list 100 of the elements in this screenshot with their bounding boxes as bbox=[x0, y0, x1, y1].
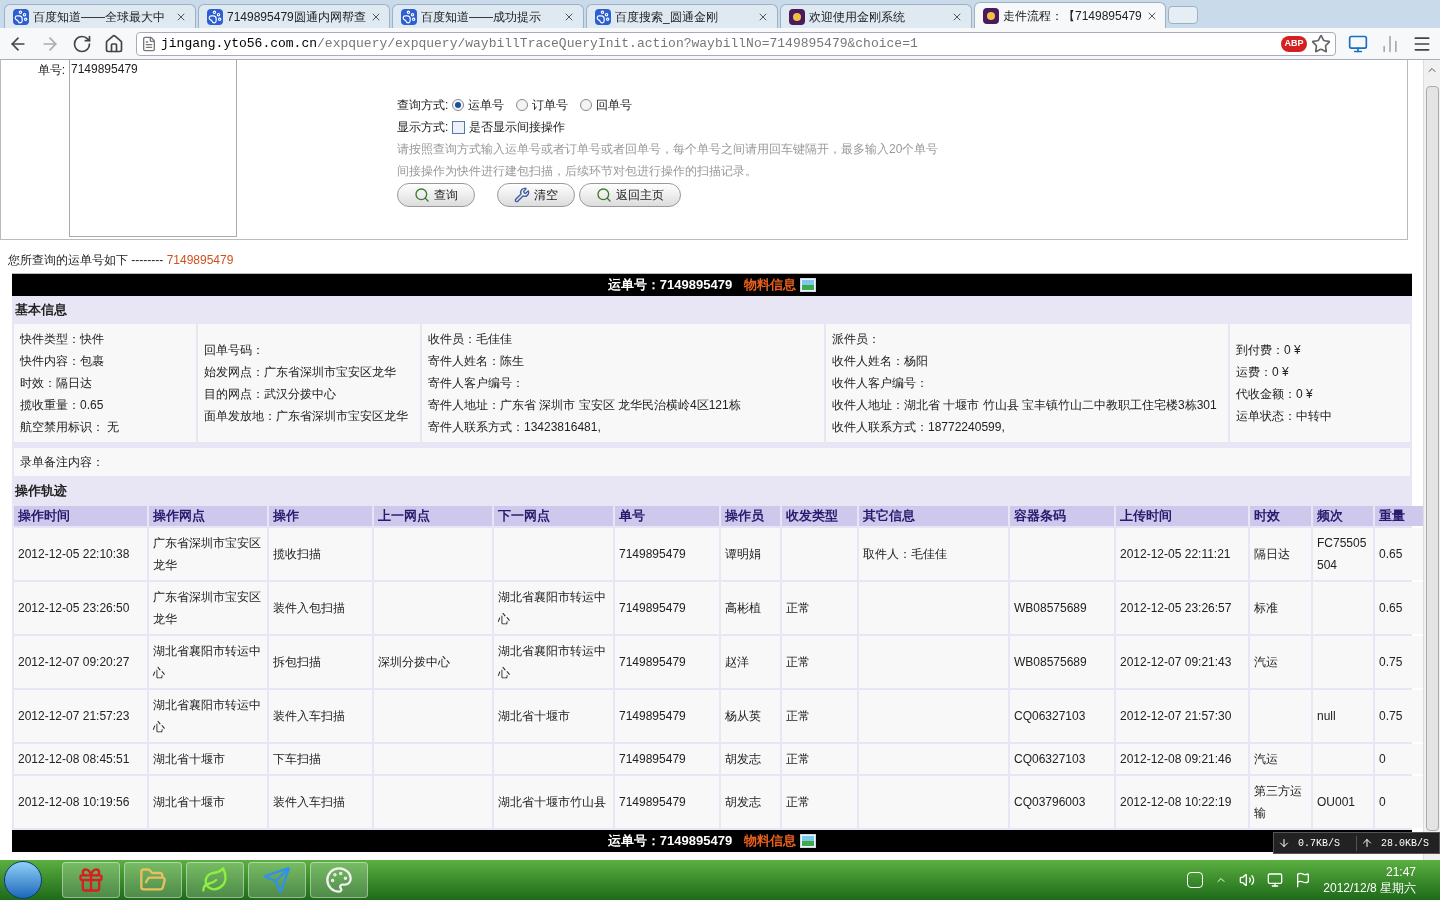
gift-icon bbox=[77, 866, 105, 894]
clock-time: 21:47 bbox=[1385, 864, 1416, 880]
browser-tab[interactable]: 百度知道——全球最大中 bbox=[4, 4, 196, 28]
info-text: 揽收重量：0.65 bbox=[20, 397, 105, 414]
form-button[interactable]: 查询 bbox=[397, 183, 475, 207]
table-cell: 湖北省襄阳市转运中心 bbox=[494, 582, 613, 634]
taskbar-button[interactable] bbox=[248, 862, 306, 898]
paw-icon bbox=[207, 8, 223, 25]
table-cell: 2012-12-08 09:21:46 bbox=[1116, 744, 1248, 774]
table-cell: 2012-12-05 22:10:38 bbox=[14, 528, 147, 580]
number-field[interactable]: 7149895479 bbox=[69, 60, 237, 237]
result-number: 7149895479 bbox=[166, 253, 234, 267]
radio-label: 订单号 bbox=[532, 97, 569, 114]
checkbox[interactable] bbox=[452, 120, 466, 134]
network-icon[interactable] bbox=[1267, 872, 1284, 888]
table-cell: null bbox=[1313, 690, 1373, 742]
table-cell: 装件入车扫描 bbox=[269, 690, 372, 742]
tab-title: 走件流程：【7149895479 bbox=[1003, 7, 1142, 25]
flag-icon[interactable] bbox=[1295, 872, 1312, 888]
clock[interactable]: 21:47 2012/12/8 星期六 bbox=[1323, 864, 1436, 896]
column-header: 上一网点 bbox=[374, 506, 492, 526]
table-cell: 7149895479 bbox=[615, 690, 719, 742]
taskbar-button[interactable] bbox=[310, 862, 368, 898]
table-cell: 7149895479 bbox=[615, 528, 719, 580]
hint-text: 间接操作为快件进行建包扫描，后续环节对包进行操作的扫描记录。 bbox=[397, 163, 758, 180]
scroll-thumb[interactable] bbox=[1425, 86, 1439, 831]
start-button[interactable] bbox=[4, 861, 42, 899]
info-text: 收件人地址：湖北省 十堰市 竹山县 宝丰镇竹山二中教职工住宅楼3栋301 bbox=[832, 397, 1218, 414]
search-icon bbox=[596, 187, 612, 203]
column-header: 操作员 bbox=[721, 506, 780, 526]
palette-icon bbox=[325, 866, 353, 894]
taskbar-button[interactable] bbox=[124, 862, 182, 898]
star-icon[interactable] bbox=[1311, 33, 1331, 54]
table-cell: 7149895479 bbox=[615, 636, 719, 688]
info-text: 代收金额：0 ¥ bbox=[1236, 386, 1314, 403]
table-cell: 正常 bbox=[782, 690, 857, 742]
radio-button[interactable] bbox=[516, 99, 529, 111]
extension-icon[interactable] bbox=[1348, 33, 1368, 54]
radio-button[interactable] bbox=[580, 99, 593, 111]
mode-label: 查询方式: bbox=[397, 97, 449, 114]
table-cell: 2012-12-07 21:57:23 bbox=[14, 690, 147, 742]
info-text: 目的网点：武汉分拨中心 bbox=[204, 386, 337, 403]
url-text: jingang.yto56.com.cn/expquery/expquery/waybillTraceQueryInit.action?waybillNo=7149895479&choice=1 bbox=[161, 34, 919, 53]
logo-icon bbox=[789, 8, 805, 25]
waybill-title: 运单号：7149895479 bbox=[607, 276, 733, 295]
info-text: 寄件人地址：广东省 深圳市 宝安区 龙华民治横岭4区121栋 bbox=[428, 397, 742, 414]
section-title: 基本信息 bbox=[14, 301, 68, 320]
taskbar-button[interactable] bbox=[186, 862, 244, 898]
info-text: 收件员：毛佳佳 bbox=[428, 331, 513, 348]
table-cell: 正常 bbox=[782, 776, 857, 828]
browser-tab[interactable]: 百度搜索_圆通金刚 bbox=[586, 4, 778, 28]
table-cell: 广东省深圳市宝安区龙华 bbox=[149, 528, 267, 580]
column-header: 上传时间 bbox=[1116, 506, 1248, 526]
radio-label: 回单号 bbox=[596, 97, 633, 114]
table-cell: 7149895479 bbox=[615, 776, 719, 828]
browser-tab[interactable]: 7149895479圆通内网帮查 bbox=[198, 4, 390, 28]
radio-button[interactable] bbox=[452, 99, 465, 111]
waybill-title: 运单号：7149895479 bbox=[607, 832, 733, 851]
info-text: 收件人姓名：杨阳 bbox=[832, 353, 929, 370]
info-text: 收件人联系方式：18772240599, bbox=[832, 419, 1006, 436]
taskbar-button[interactable] bbox=[62, 862, 120, 898]
table-cell: FC75505504 bbox=[1313, 528, 1373, 580]
radio-label: 运单号 bbox=[468, 97, 505, 114]
table-cell: 2012-12-08 10:19:56 bbox=[14, 776, 147, 828]
form-button[interactable]: 清空 bbox=[497, 183, 575, 207]
display-label: 显示方式: bbox=[397, 119, 449, 136]
reload-icon[interactable] bbox=[72, 33, 92, 54]
browser-tab[interactable]: 走件流程：【7149895479 bbox=[974, 2, 1166, 28]
info-text: 面单发放地：广东省深圳市宝安区龙华 bbox=[204, 408, 409, 425]
browser-tab[interactable]: 欢迎使用金刚系统 bbox=[780, 4, 972, 28]
material-info-link[interactable]: 物料信息 bbox=[744, 831, 797, 851]
result-caption: 您所查询的运单号如下 -------- bbox=[8, 253, 165, 267]
table-cell: 湖北省襄阳市转运中心 bbox=[149, 690, 267, 742]
column-header: 其它信息 bbox=[859, 506, 1008, 526]
column-header: 操作时间 bbox=[14, 506, 147, 526]
speaker-icon[interactable] bbox=[1239, 872, 1256, 888]
table-cell: 湖北省十堰市竹山县 bbox=[494, 776, 613, 828]
extension-badge[interactable]: ABP bbox=[1281, 35, 1307, 52]
address-bar[interactable]: jingang.yto56.com.cn/expquery/expquery/waybillTraceQueryInit.action?waybillNo=7149895479&choice=1 ABP bbox=[136, 31, 1336, 56]
image-icon bbox=[800, 278, 817, 292]
table-cell: 湖北省十堰市 bbox=[494, 690, 613, 742]
tab-title: 百度知道——成功提示 bbox=[421, 8, 542, 26]
table-cell: CQ06327103 bbox=[1010, 744, 1114, 774]
material-info-link[interactable]: 物料信息 bbox=[744, 275, 797, 295]
info-text: 收件人客户编号： bbox=[832, 375, 929, 392]
table-cell: 2012-12-08 10:22:19 bbox=[1116, 776, 1248, 828]
home-icon[interactable] bbox=[104, 33, 124, 54]
table-cell: OU001 bbox=[1313, 776, 1373, 828]
form-button[interactable]: 返回主页 bbox=[579, 183, 681, 207]
table-cell: 2012-12-05 22:11:21 bbox=[1116, 528, 1248, 580]
info-text: 快件内容：包裹 bbox=[20, 353, 105, 370]
browser-tab[interactable]: 百度知道——成功提示 bbox=[392, 4, 584, 28]
table-cell: 谭明娟 bbox=[721, 528, 780, 580]
table-cell: 正常 bbox=[782, 744, 857, 774]
table-cell: CQ06327103 bbox=[1010, 690, 1114, 742]
column-header: 单号 bbox=[615, 506, 719, 526]
column-header: 时效 bbox=[1250, 506, 1311, 526]
table-cell: WB08575689 bbox=[1010, 582, 1114, 634]
table-cell: 广东省深圳市宝安区龙华 bbox=[149, 582, 267, 634]
checkbox-label: 是否显示间接操作 bbox=[469, 119, 566, 136]
